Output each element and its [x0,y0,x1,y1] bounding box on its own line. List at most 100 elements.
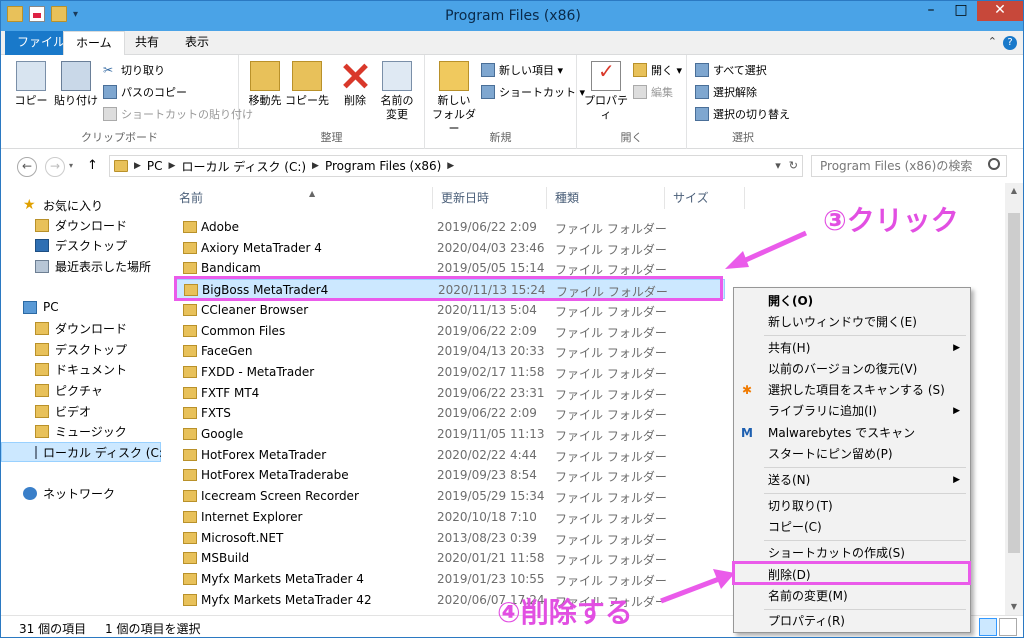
file-name: Internet Explorer [201,509,303,524]
menu-properties[interactable]: プロパティ(R) [734,611,970,631]
tab-view[interactable]: 表示 [173,31,221,55]
scroll-thumb[interactable] [1008,213,1020,553]
crumb-arrow-icon[interactable]: ▶ [134,161,141,171]
menu-create-shortcut[interactable]: ショートカットの作成(S) [734,543,970,563]
up-button[interactable]: ↑ [87,158,98,173]
crumb-arrow-icon[interactable]: ▶ [169,161,176,171]
back-button[interactable]: ← [17,157,37,177]
nav-fav-downloads[interactable]: ダウンロード [35,215,127,235]
large-icons-view-icon[interactable] [999,618,1017,636]
file-date: 2019/02/17 11:58 [437,364,545,379]
new-item-button[interactable]: 新しい項目 ▾ [481,61,563,79]
file-row[interactable]: FXDD - MetaTrader 2019/02/17 11:58 ファイル フォ… [175,362,725,382]
breadcrumb-drive[interactable]: ローカル ディスク (C:) [181,158,306,175]
folder-icon [183,572,197,585]
breadcrumb-folder[interactable]: Program Files (x86) [325,159,441,173]
file-row[interactable]: HotForex MetaTraderabe 2019/09/23 8:54 ファイ… [175,465,725,485]
nav-pc-downloads[interactable]: ダウンロード [35,318,127,338]
ribbon-collapse-icon[interactable]: ⌃ [988,35,997,48]
minimize-button[interactable]: – [917,1,945,21]
nav-pc-pictures[interactable]: ピクチャ [35,380,103,400]
menu-rename[interactable]: 名前の変更(M) [734,586,970,606]
open-ribbon-label: 開く ▾ [651,64,683,77]
tab-home[interactable]: ホーム [63,31,125,56]
menu-pin-start[interactable]: スタートにピン留め(P) [734,444,970,464]
address-bar[interactable]: ▶ PC ▶ ローカル ディスク (C:) ▶ Program Files (x… [109,155,803,177]
copy-to-button[interactable]: コピー先 [285,59,329,108]
menu-restore[interactable]: 以前のバージョンの復元(V) [734,359,970,379]
properties-ribbon-button[interactable]: プロパティ [581,59,631,122]
copy-button[interactable]: コピー [11,59,51,108]
nav-favorites[interactable]: ★ お気に入り [23,195,103,215]
file-row[interactable]: Google 2019/11/05 11:13 ファイル フォルダー [175,424,725,444]
column-header-name[interactable]: ▲ 名前 [171,187,433,209]
edit-button[interactable]: 編集 [633,83,673,101]
menu-library[interactable]: ライブラリに追加(I) ▶ [734,401,970,421]
menu-send-to[interactable]: 送る(N) ▶ [734,470,970,490]
nav-pc-desktop[interactable]: デスクトップ [35,339,127,359]
details-view-icon[interactable] [979,618,997,636]
menu-malwarebytes[interactable]: M Malwarebytes でスキャン [734,423,970,443]
file-row[interactable]: Axiory MetaTrader 4 2020/04/03 23:46 ファイル … [175,238,725,258]
file-row[interactable]: MSBuild 2020/01/21 11:58 ファイル フォルダー [175,548,725,568]
nav-pc-music[interactable]: ミュージック [35,421,127,441]
nav-network[interactable]: ネットワーク [23,483,115,503]
menu-open[interactable]: 開く(O) [734,291,970,311]
new-folder-button[interactable]: 新しい フォルダー [431,59,477,136]
menu-cut[interactable]: 切り取り(T) [734,496,970,516]
paste-shortcut-button[interactable]: ショートカットの貼り付け [103,105,253,123]
delete-ribbon-button[interactable]: 削除 [335,59,375,108]
column-header-type[interactable]: 種類 [547,187,665,209]
file-row[interactable]: Common Files 2019/06/22 2:09 ファイル フォルダー [175,321,725,341]
scroll-up-icon[interactable]: ▲ [1005,183,1023,199]
column-header-date[interactable]: 更新日時 [433,187,547,209]
nav-pc-videos[interactable]: ビデオ [35,401,91,421]
menu-open-new-window[interactable]: 新しいウィンドウで開く(E) [734,312,970,332]
file-row[interactable]: CCleaner Browser 2020/11/13 5:04 ファイル フォルダ… [175,300,725,320]
close-button[interactable]: ✕ [977,1,1023,21]
file-row[interactable]: FaceGen 2019/04/13 20:33 ファイル フォルダー [175,341,725,361]
file-row[interactable]: Myfx Markets MetaTrader 4 2019/01/23 10:5… [175,569,725,589]
select-all-button[interactable]: すべて選択 [695,61,767,79]
file-row[interactable]: Internet Explorer 2020/10/18 7:10 ファイル フォル… [175,507,725,527]
menu-copy[interactable]: コピー(C) [734,517,970,537]
address-dropdown-icon[interactable]: ▾ [775,159,781,172]
file-row[interactable]: Icecream Screen Recorder 2019/05/29 15:34… [175,486,725,506]
invert-selection-button[interactable]: 選択の切り替え [695,105,790,123]
copy-path-button[interactable]: パスのコピー [103,83,187,101]
menu-scan[interactable]: ✱ 選択した項目をスキャンする (S) [734,380,970,400]
cut-button[interactable]: ✂ 切り取り [103,61,165,79]
file-type: ファイル フォルダー [555,346,667,361]
file-row[interactable]: Microsoft.NET 2013/08/23 0:39 ファイル フォルダー [175,528,725,548]
file-row[interactable]: FXTF MT4 2019/06/22 23:31 ファイル フォルダー [175,383,725,403]
maximize-button[interactable]: □ [947,1,975,21]
open-ribbon-button[interactable]: 開く ▾ [633,61,682,79]
move-to-button[interactable]: 移動先 [245,59,285,108]
tab-share[interactable]: 共有 [123,31,171,55]
crumb-arrow-icon[interactable]: ▶ [312,161,319,171]
breadcrumb-pc[interactable]: PC [147,159,163,173]
file-row[interactable]: Adobe 2019/06/22 2:09 ファイル フォルダー [175,217,725,237]
refresh-icon[interactable]: ↻ [789,159,798,172]
crumb-arrow-icon[interactable]: ▶ [447,161,454,171]
select-none-button[interactable]: 選択解除 [695,83,757,101]
column-header-size[interactable]: サイズ [665,187,745,209]
nav-pc-local-disk[interactable]: ローカル ディスク (C:) [1,442,168,462]
search-input[interactable]: Program Files (x86)の検索 [811,155,1007,177]
help-icon[interactable]: ? [1003,36,1017,50]
file-row[interactable]: FXTS 2019/06/22 2:09 ファイル フォルダー [175,403,725,423]
nav-fav-desktop[interactable]: デスクトップ [35,235,127,255]
nav-pc-documents[interactable]: ドキュメント [35,359,127,379]
rename-ribbon-button[interactable]: 名前の 変更 [377,59,417,122]
scroll-down-icon[interactable]: ▼ [1005,599,1023,615]
easy-access-button[interactable]: ショートカット ▾ [481,83,585,101]
recent-dropdown-icon[interactable]: ▾ [69,161,73,170]
file-row[interactable]: HotForex MetaTrader 2020/02/22 4:44 ファイル フ… [175,445,725,465]
forward-button[interactable]: → [45,157,65,177]
paste-button[interactable]: 貼り付け [53,59,99,108]
nav-pc[interactable]: PC [23,297,59,317]
nav-fav-recent[interactable]: 最近表示した場所 [35,256,151,276]
file-row[interactable]: Myfx Markets MetaTrader 42 2020/06/07 17:… [175,590,725,610]
menu-share[interactable]: 共有(H) ▶ [734,338,970,358]
vertical-scrollbar[interactable]: ▲ ▼ [1005,183,1023,615]
